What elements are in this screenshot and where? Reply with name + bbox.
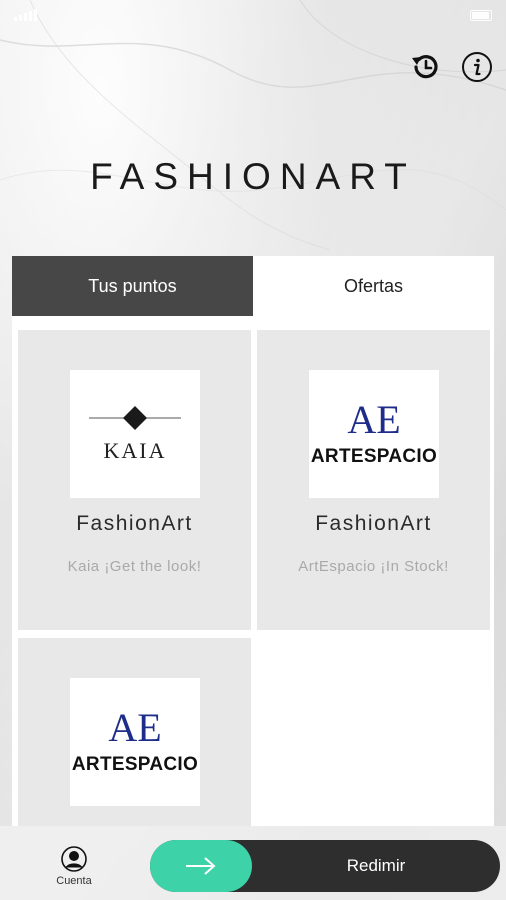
redeem-slider-handle[interactable] [150,840,252,892]
card-subtitle: Kaia ¡Get the look! [67,558,202,575]
user-icon [61,846,87,872]
tab-tus-puntos[interactable]: Tus puntos [12,256,253,316]
battery-icon [470,9,492,21]
tab-ofertas[interactable]: Ofertas [253,256,494,316]
app-logo: FASHIONART [90,156,416,197]
artespacio-mark: AE [347,397,401,442]
artespacio-wordmark: ARTESPACIO [71,754,199,775]
status-right [464,9,492,21]
kaia-logo: KAIA [70,370,200,498]
artespacio-wordmark: ARTESPACIO [310,446,438,467]
redeem-label: Redimir [346,856,406,875]
artespacio-logo: AE ARTESPACIO [70,678,200,806]
card-title: FashionArt [76,512,193,535]
info-icon[interactable] [460,50,494,84]
history-icon[interactable] [408,50,442,84]
kaia-diamond-icon [89,406,181,430]
signal-icon [14,9,37,21]
artespacio-logo: AE ARTESPACIO [309,370,439,498]
offer-card[interactable]: KAIA FashionArt Kaia ¡Get the look! [18,330,251,630]
tab-bar: Tus puntos Ofertas [12,256,494,316]
account-label: Cuenta [56,875,92,887]
account-button[interactable]: Cuenta [44,846,104,887]
offer-card[interactable]: AE ARTESPACIO [18,638,251,826]
offers-panel: KAIA FashionArt Kaia ¡Get the look! AE A… [12,316,494,826]
bottom-bar: Cuenta Redimir [0,826,506,900]
status-bar [0,0,506,30]
marble-background [0,0,506,251]
kaia-wordmark: KAIA [103,438,167,463]
redeem-slider[interactable]: Redimir [150,840,500,892]
status-left [14,9,43,21]
offer-card[interactable]: AE ARTESPACIO FashionArt ArtEspacio ¡In … [257,330,490,630]
card-title: FashionArt [315,512,432,535]
header-actions [408,50,494,84]
arrow-right-icon [186,857,216,875]
artespacio-mark: AE [108,705,162,750]
card-subtitle: ArtEspacio ¡In Stock! [298,558,449,575]
